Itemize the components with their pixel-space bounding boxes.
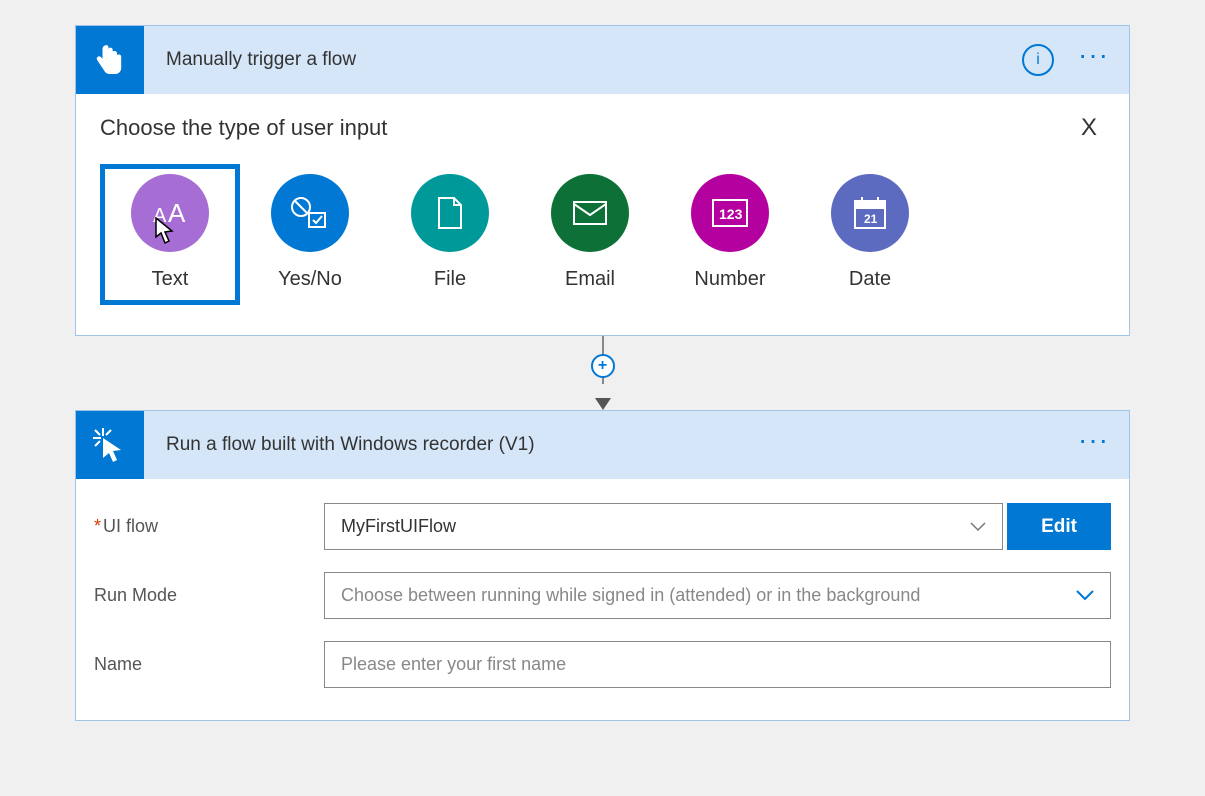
svg-text:21: 21 [864, 212, 878, 226]
run-mode-label: Run Mode [94, 585, 324, 606]
input-type-label: File [434, 268, 466, 291]
yesno-icon [271, 174, 349, 252]
calendar-icon: 21 [831, 174, 909, 252]
input-type-header: Choose the type of user input X [100, 114, 1105, 142]
trigger-header[interactable]: Manually trigger a flow i ··· [76, 26, 1129, 94]
trigger-body: Choose the type of user input X A A Text [76, 94, 1129, 335]
input-type-number[interactable]: 123 Number [660, 164, 800, 305]
run-mode-dropdown[interactable]: Choose between running while signed in (… [324, 572, 1111, 619]
input-type-label: Text [152, 268, 189, 291]
svg-text:123: 123 [719, 206, 743, 222]
ui-flow-row: *UI flow MyFirstUIFlow Edit [94, 503, 1111, 550]
chevron-down-icon [970, 522, 986, 532]
close-icon[interactable]: X [1081, 114, 1097, 142]
touch-icon [94, 40, 126, 80]
name-input[interactable] [324, 641, 1111, 688]
name-row: Name [94, 641, 1111, 688]
input-type-title: Choose the type of user input [100, 115, 387, 141]
ui-flow-label: *UI flow [94, 516, 324, 537]
run-mode-row: Run Mode Choose between running while si… [94, 572, 1111, 619]
click-cursor-icon [91, 426, 129, 464]
svg-text:A: A [168, 198, 186, 228]
run-mode-placeholder: Choose between running while signed in (… [341, 585, 920, 606]
input-type-list: A A Text Y [100, 164, 1105, 305]
input-type-label: Yes/No [278, 268, 342, 291]
input-type-label: Date [849, 268, 891, 291]
edit-button[interactable]: Edit [1007, 503, 1111, 550]
input-type-date[interactable]: 21 Date [800, 164, 940, 305]
ui-flow-dropdown[interactable]: MyFirstUIFlow [324, 503, 1003, 550]
add-step-button[interactable]: + [591, 354, 615, 378]
input-type-label: Email [565, 268, 615, 291]
info-icon[interactable]: i [1022, 44, 1054, 76]
text-aa-icon: A A [131, 174, 209, 252]
action-form: *UI flow MyFirstUIFlow Edit Run Mode Cho… [76, 479, 1129, 720]
action-card: Run a flow built with Windows recorder (… [75, 410, 1130, 721]
connector: + [75, 336, 1130, 410]
file-icon [411, 174, 489, 252]
name-label: Name [94, 654, 324, 675]
input-type-label: Number [694, 268, 765, 291]
number-icon: 123 [691, 174, 769, 252]
trigger-title: Manually trigger a flow [166, 49, 1022, 71]
arrow-down-icon [595, 398, 611, 410]
ui-flow-value: MyFirstUIFlow [341, 516, 456, 537]
svg-text:A: A [153, 205, 167, 227]
input-type-text[interactable]: A A Text [100, 164, 240, 305]
input-type-file[interactable]: File [380, 164, 520, 305]
more-menu-icon[interactable]: ··· [1078, 48, 1109, 72]
chevron-down-icon [1076, 590, 1094, 601]
required-star: * [94, 516, 101, 536]
trigger-icon-box [76, 26, 144, 94]
trigger-card: Manually trigger a flow i ··· Choose the… [75, 25, 1130, 336]
action-header[interactable]: Run a flow built with Windows recorder (… [76, 411, 1129, 479]
input-type-yesno[interactable]: Yes/No [240, 164, 380, 305]
action-title: Run a flow built with Windows recorder (… [166, 434, 1078, 456]
email-icon [551, 174, 629, 252]
input-type-email[interactable]: Email [520, 164, 660, 305]
more-menu-icon[interactable]: ··· [1078, 433, 1109, 457]
action-icon-box [76, 411, 144, 479]
